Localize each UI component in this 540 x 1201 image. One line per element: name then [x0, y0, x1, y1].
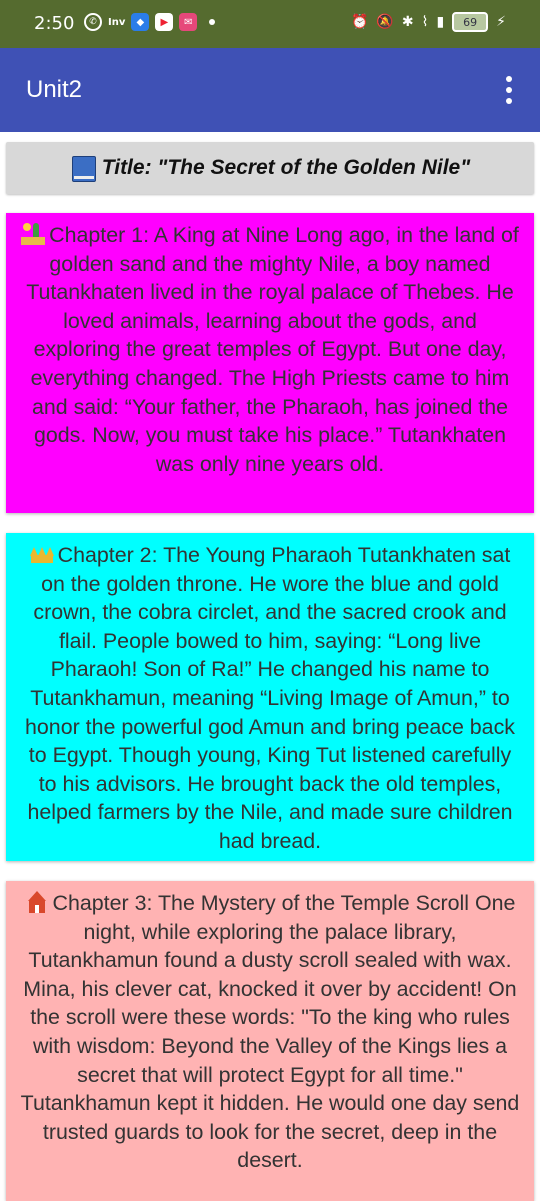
- more-notifications-icon: [209, 19, 216, 25]
- temple-icon: [25, 891, 49, 913]
- status-bar: 2:50 ✆ Inv ◆ ▶ ✉ ⏰ 🔕 ✱ ⌇ ▮ 69 ⚡: [0, 0, 540, 48]
- mute-icon: 🔕: [376, 14, 394, 30]
- whatsapp-icon: ✆: [84, 13, 102, 31]
- chapter-1-card: Chapter 1: A King at Nine Long ago, in t…: [6, 213, 534, 513]
- notification-icons: ✆ Inv ◆ ▶ ✉: [84, 13, 216, 31]
- bluetooth-icon: ✱: [401, 14, 414, 30]
- app-notification-icon: ◆: [131, 13, 150, 31]
- chapter-1-text: Chapter 1: A King at Nine Long ago, in t…: [26, 223, 519, 476]
- invest-icon: Inv: [108, 16, 126, 28]
- chapter-3-text: Chapter 3: The Mystery of the Temple Scr…: [20, 891, 520, 1173]
- app-bar: Unit2: [0, 48, 540, 132]
- book-icon: [70, 154, 96, 182]
- charging-icon: ⚡: [496, 14, 506, 30]
- chat-icon: ✉: [179, 13, 198, 31]
- app-title: Unit2: [26, 76, 83, 103]
- battery-icon: 69: [452, 12, 489, 32]
- battery-level: 69: [463, 15, 478, 29]
- chapter-2-card: Chapter 2: The Young Pharaoh Tutankhaten…: [6, 533, 534, 861]
- crown-icon: [29, 543, 54, 565]
- chapter-2-text: Chapter 2: The Young Pharaoh Tutankhaten…: [25, 543, 515, 853]
- alarm-icon: ⏰: [350, 14, 369, 30]
- overflow-menu-icon[interactable]: [506, 76, 512, 104]
- volte-icon: ⌇: [421, 14, 429, 30]
- desert-icon: [21, 223, 46, 245]
- story-title-button[interactable]: Title: "The Secret of the Golden Nile": [6, 142, 534, 194]
- chapter-3-card: Chapter 3: The Mystery of the Temple Scr…: [6, 881, 534, 1201]
- status-time: 2:50: [34, 13, 75, 34]
- signal-icon: ▮: [436, 14, 445, 30]
- system-icons: ⏰ 🔕 ✱ ⌇ ▮ 69 ⚡: [351, 12, 506, 32]
- story-title: Title: "The Secret of the Golden Nile": [101, 156, 471, 179]
- media-icon: ▶: [155, 13, 174, 31]
